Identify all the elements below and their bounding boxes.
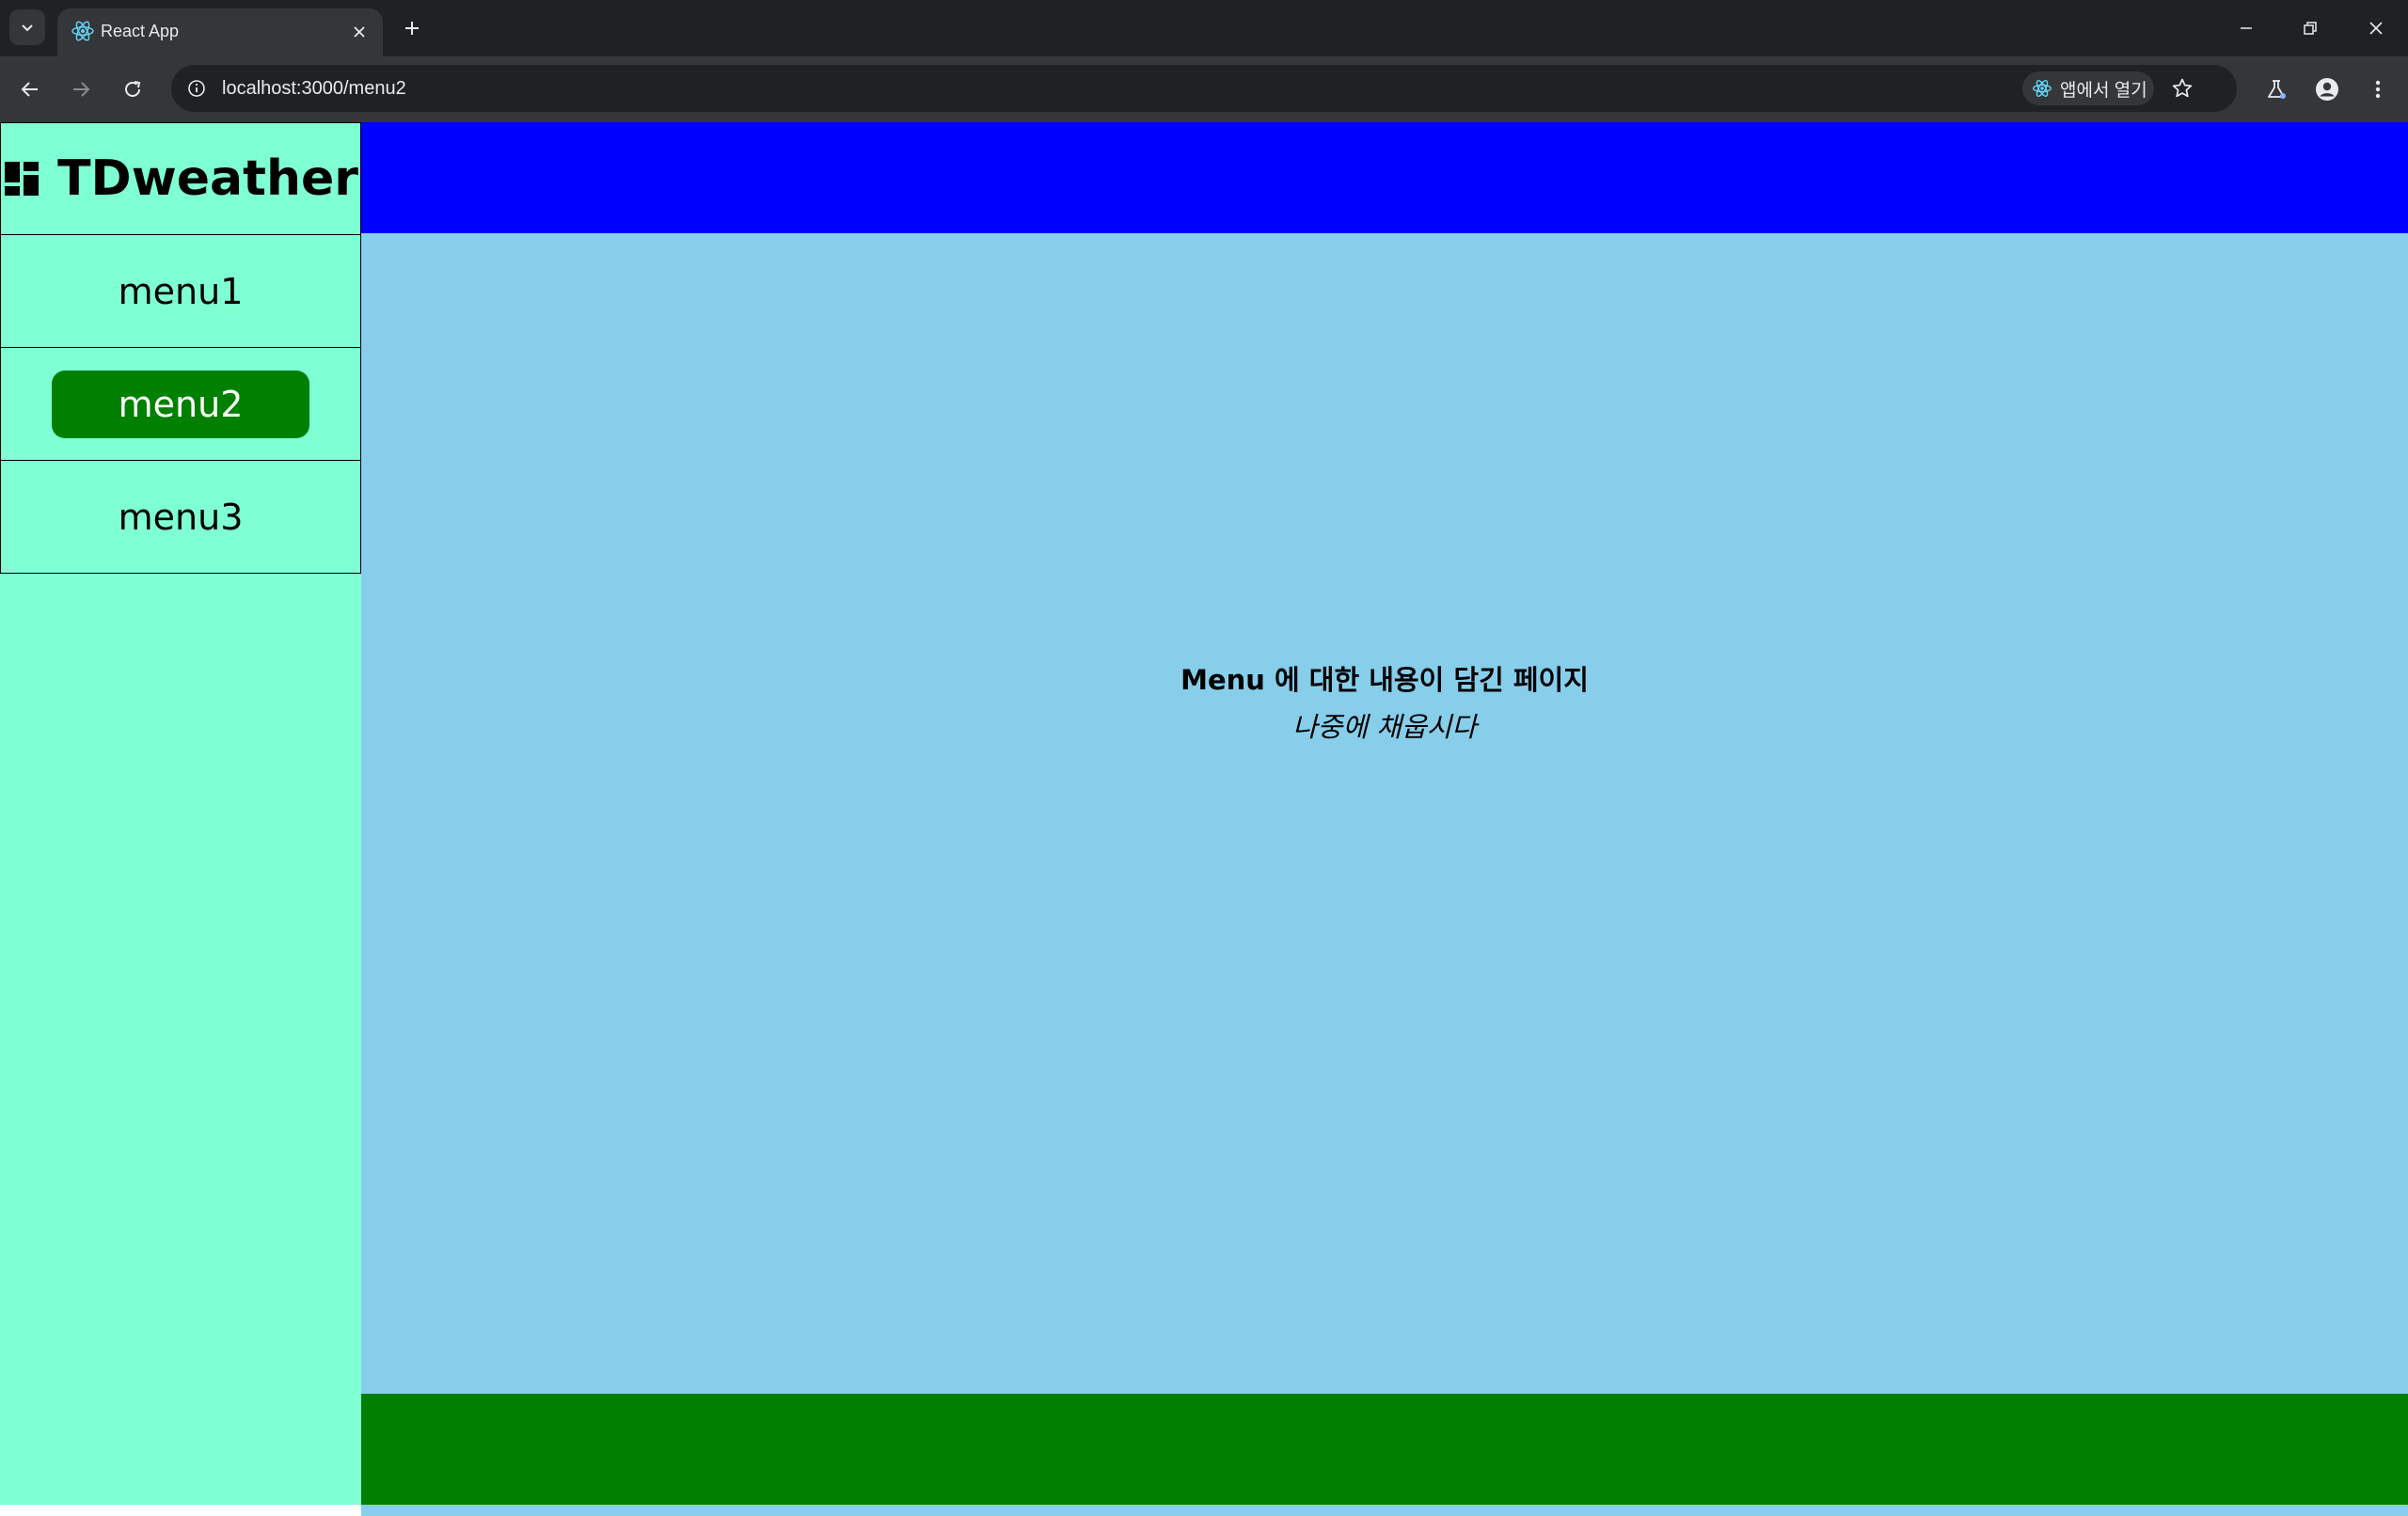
close-icon (2369, 22, 2383, 35)
browser-toolbar: localhost:3000/menu2 앱에서 열기 (0, 56, 2408, 122)
tab-title: React App (101, 22, 180, 40)
restore-icon (2304, 22, 2317, 35)
info-icon (188, 80, 205, 97)
page-subtitle: 나중에 채웁시다 (1292, 711, 1477, 743)
open-in-app-label: 앱에서 열기 (2060, 80, 2147, 101)
browser-tab-bar: React App (0, 0, 2408, 56)
flask-icon (2268, 80, 2286, 99)
window-close-button[interactable] (2355, 9, 2397, 47)
footer-bar (361, 1394, 2408, 1505)
sidebar: TDweather menu1 menu2 menu3 (0, 122, 361, 1505)
plus-icon (405, 22, 419, 35)
arrow-right-icon (73, 82, 90, 97)
profile-icon (2316, 78, 2338, 101)
bookmark-button[interactable] (2165, 71, 2199, 105)
star-icon (2172, 78, 2193, 98)
minimize-button[interactable] (2226, 9, 2267, 47)
profile-button[interactable] (2308, 71, 2346, 108)
url-text: localhost:3000/menu2 (222, 78, 406, 99)
browser-menu-button[interactable] (2359, 71, 2397, 108)
header-bar (361, 122, 2408, 233)
sidebar-item-menu1[interactable]: menu1 (0, 235, 361, 348)
open-in-app-button[interactable]: 앱에서 열기 (2022, 71, 2154, 105)
react-logo-icon (2033, 80, 2052, 97)
tab-search-button[interactable] (9, 9, 45, 45)
sidebar-item-label: menu1 (118, 270, 244, 312)
dashboard-icon (5, 162, 40, 196)
more-vertical-icon (2375, 80, 2381, 99)
forward-button[interactable] (62, 71, 100, 108)
sidebar-item-label: menu2 (118, 383, 244, 425)
brand[interactable]: TDweather (0, 122, 361, 235)
labs-button[interactable] (2258, 71, 2295, 108)
sidebar-item-menu2[interactable]: menu2 (0, 348, 361, 461)
react-logo-icon (71, 21, 94, 41)
arrow-left-icon (21, 82, 38, 97)
minimize-icon (2241, 27, 2252, 29)
sidebar-item-menu3[interactable]: menu3 (0, 461, 361, 574)
brand-name: TDweather (57, 150, 358, 207)
active-item-highlight: menu2 (52, 370, 309, 438)
content-text: Menu 에 대한 내용이 담긴 페이지 나중에 채웁시다 (1180, 656, 1589, 750)
main-content: Menu 에 대한 내용이 담긴 페이지 나중에 채웁시다 (361, 233, 2408, 1516)
restore-button[interactable] (2289, 9, 2331, 47)
reload-icon (125, 81, 141, 97)
back-button[interactable] (11, 71, 49, 108)
address-bar[interactable]: localhost:3000/menu2 앱에서 열기 (171, 65, 2237, 112)
tab-close-button[interactable] (349, 22, 370, 42)
browser-tab[interactable]: React App (57, 8, 383, 56)
chevron-down-icon (22, 24, 33, 32)
site-info-button[interactable] (181, 72, 213, 104)
page-title: Menu 에 대한 내용이 담긴 페이지 (1180, 664, 1589, 696)
new-tab-button[interactable] (395, 11, 429, 45)
reload-button[interactable] (114, 71, 151, 108)
page-viewport: TDweather menu1 menu2 menu3 Menu 에 대한 내용… (0, 122, 2408, 1516)
sidebar-item-label: menu3 (118, 496, 244, 538)
close-icon (354, 26, 365, 38)
